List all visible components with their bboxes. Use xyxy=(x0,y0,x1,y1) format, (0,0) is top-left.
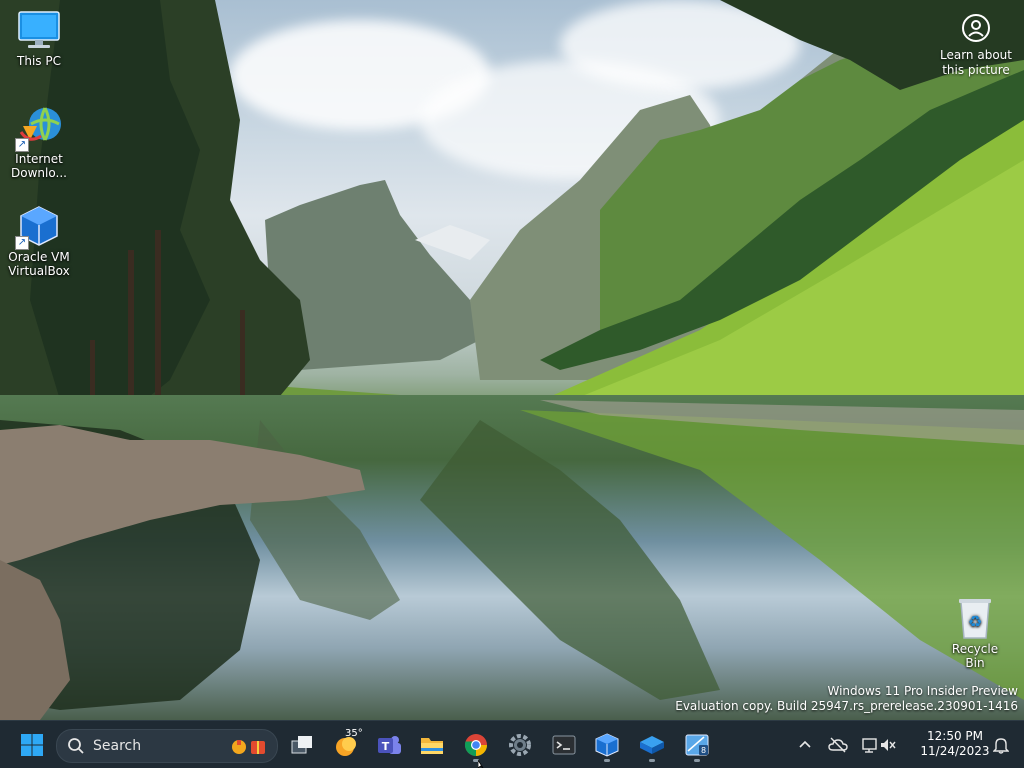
desktop-icon-oracle-vm-virtualbox[interactable]: ↗ Oracle VM VirtualBox xyxy=(7,204,71,278)
search-icon xyxy=(68,738,84,754)
desktop-icon-internet-download-manager[interactable]: ↗ Internet Downlo... xyxy=(7,106,71,180)
network-icon xyxy=(862,738,877,753)
taskbar-task-view[interactable] xyxy=(284,727,320,763)
running-indicator xyxy=(694,759,700,762)
taskbar-virtualbox[interactable] xyxy=(589,727,625,763)
taskbar-search-box[interactable]: Search xyxy=(56,729,278,763)
desktop-icon-label: Internet Downlo... xyxy=(11,152,67,180)
running-indicator xyxy=(604,759,610,762)
chrome-icon xyxy=(464,734,487,756)
globe-download-icon: ↗ xyxy=(15,106,61,152)
svg-text:♻: ♻ xyxy=(968,612,982,631)
search-placeholder: Search xyxy=(93,738,142,754)
bell-icon xyxy=(993,738,1009,754)
taskbar-file-explorer[interactable] xyxy=(414,727,450,763)
terminal-icon xyxy=(552,735,576,755)
virtualbox-icon xyxy=(595,733,619,757)
evaluation-watermark: Windows 11 Pro Insider Preview Evaluatio… xyxy=(675,684,1018,714)
desktop-icon-label: Recycle Bin xyxy=(951,642,999,670)
watermark-line2: Evaluation copy. Build 25947.rs_prerelea… xyxy=(675,699,1018,713)
file-explorer-icon xyxy=(421,738,443,754)
virtualbox-manager-icon xyxy=(640,736,664,754)
watermark-line1: Windows 11 Pro Insider Preview xyxy=(827,684,1018,698)
task-view-icon xyxy=(291,736,312,754)
desktop[interactable]: This PC ↗ Internet Downlo... ↗ Oracle VM… xyxy=(0,0,1024,720)
taskbar-terminal[interactable] xyxy=(546,727,582,763)
taskbar-installer[interactable]: 8 xyxy=(679,727,715,763)
weather-temperature: 35° xyxy=(345,728,363,739)
learn-about-picture-label: Learn about this picture xyxy=(940,48,1012,77)
wallpaper-reflection xyxy=(0,400,1024,720)
svg-text:T: T xyxy=(382,740,390,753)
monitor-icon xyxy=(17,8,61,52)
tray-onedrive[interactable] xyxy=(823,727,853,763)
taskbar: Search 35° T 8 12:50 PM 11/24/2023 xyxy=(0,720,1024,768)
desktop-icon-recycle-bin[interactable]: ♻ Recycle Bin xyxy=(943,596,1007,670)
taskbar-weather[interactable]: 35° xyxy=(328,727,364,763)
camera-spotlight-icon xyxy=(962,14,990,42)
cloud-offline-icon xyxy=(828,737,848,753)
shortcut-arrow-icon: ↗ xyxy=(15,236,29,250)
virtualbox-icon: ↗ xyxy=(15,204,61,250)
svg-text:8: 8 xyxy=(701,746,706,755)
learn-about-picture[interactable]: Learn about this picture xyxy=(940,12,1012,78)
tray-network-volume[interactable] xyxy=(856,727,902,763)
desktop-icon-label: This PC xyxy=(17,54,61,68)
show-hidden-icons-button[interactable] xyxy=(790,727,820,763)
chevron-up-icon xyxy=(799,740,811,748)
recycle-bin-icon: ♻ xyxy=(953,596,997,640)
teams-icon: T xyxy=(378,736,401,754)
search-highlight-icon xyxy=(232,740,265,754)
windows-logo-icon xyxy=(21,734,43,756)
running-indicator xyxy=(649,759,655,762)
notifications-button[interactable] xyxy=(986,727,1016,763)
shortcut-arrow-icon: ↗ xyxy=(15,138,29,152)
settings-icon xyxy=(509,734,531,756)
installer-icon: 8 xyxy=(685,734,709,756)
taskbar-chrome[interactable] xyxy=(458,727,494,763)
mouse-cursor-icon xyxy=(478,760,484,768)
desktop-icon-label: Oracle VM VirtualBox xyxy=(8,250,70,278)
taskbar-settings[interactable] xyxy=(502,727,538,763)
taskbar-teams[interactable]: T xyxy=(371,727,407,763)
start-button[interactable] xyxy=(14,727,50,763)
desktop-icon-this-pc[interactable]: This PC xyxy=(7,8,71,68)
volume-muted-icon xyxy=(881,739,896,751)
taskbar-virtualbox-manager[interactable] xyxy=(634,727,670,763)
